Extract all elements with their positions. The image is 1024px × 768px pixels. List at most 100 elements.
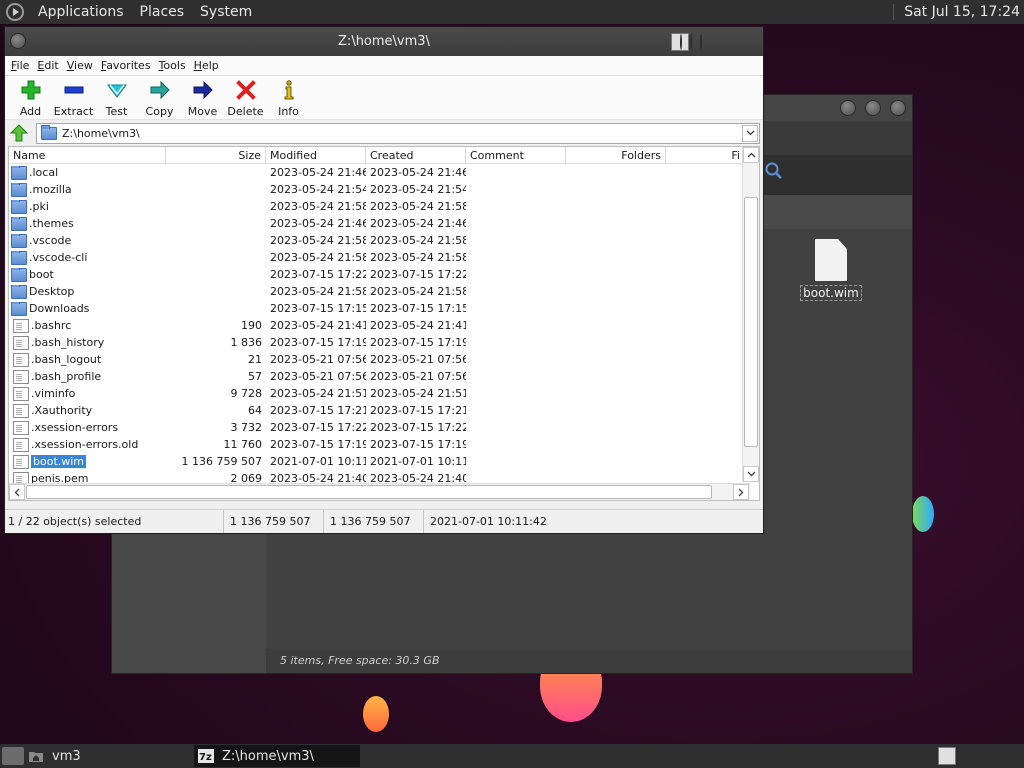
cell-created: 2023-05-24 21:46 (370, 166, 466, 179)
folder-icon (11, 182, 27, 197)
file-row[interactable]: boot.wim 1 136 759 507 2021-07-01 10:11 202… (9, 453, 747, 470)
7zip-icon: 7z (198, 749, 214, 763)
column-name[interactable]: Name (9, 147, 166, 163)
menu-favorites[interactable]: Favorites (97, 59, 155, 72)
file-row[interactable]: .xsession-errors 3 732 2023-07-15 17:22 202… (9, 419, 747, 436)
close-button[interactable] (700, 34, 702, 50)
column-size[interactable]: Size (166, 147, 266, 163)
column-files[interactable]: Fi (666, 147, 744, 163)
file-row[interactable]: .bashrc 190 2023-05-24 21:41 2023-05-24 21:… (9, 317, 747, 334)
file-row[interactable]: boot 2023-07-15 17:22 2023-07-15 17:22 (9, 266, 747, 283)
file-name: .mozilla (29, 183, 72, 196)
file-row[interactable]: .themes 2023-05-24 21:46 2023-05-24 21:46 (9, 215, 747, 232)
toolbar: Add Extract Test Copy Move Delete Info (5, 76, 763, 120)
cell-size: 64 (248, 404, 262, 417)
menu-help[interactable]: Help (190, 59, 223, 72)
cell-name: .mozilla (9, 182, 166, 197)
scroll-up-button[interactable] (743, 147, 759, 163)
vertical-scroll-thumb[interactable] (744, 197, 758, 447)
file-row[interactable]: .Xauthority 64 2023-07-15 17:21 2023-07-15 … (9, 402, 747, 419)
vertical-scrollbar[interactable] (742, 147, 759, 482)
maximize-button[interactable] (690, 34, 692, 50)
scroll-right-button[interactable] (733, 484, 749, 500)
window-menu-button[interactable] (10, 33, 26, 49)
file-row[interactable]: .vscode-cli 2023-05-24 21:58 2023-05-24 21… (9, 249, 747, 266)
search-icon[interactable] (764, 161, 784, 181)
info-button[interactable]: Info (267, 79, 310, 118)
copy-button[interactable]: Copy (138, 79, 181, 118)
folder-icon (11, 301, 27, 316)
test-button[interactable]: Test (95, 79, 138, 118)
minimize-button[interactable] (680, 34, 682, 50)
column-folders[interactable]: Folders (566, 147, 666, 163)
file-name: boot (29, 268, 54, 281)
panel-clock[interactable]: Sat Jul 15, 17:24 (893, 4, 1024, 20)
file-row[interactable]: .bash_logout 21 2023-05-21 07:56 2023-05-21… (9, 351, 747, 368)
cell-name: .pki (9, 199, 166, 214)
column-modified[interactable]: Modified (266, 147, 366, 163)
file-name: .themes (29, 217, 74, 230)
file-icon (13, 318, 29, 333)
move-button[interactable]: Move (181, 79, 224, 118)
menu-system[interactable]: System (192, 4, 260, 20)
file-name: .viminfo (31, 387, 76, 400)
horizontal-scroll-thumb[interactable] (26, 485, 712, 499)
up-folder-button[interactable] (8, 122, 30, 144)
delete-button[interactable]: Delete (224, 79, 267, 118)
show-desktop-icon[interactable] (2, 747, 24, 765)
column-comment[interactable]: Comment (466, 147, 566, 163)
cell-modified: 2023-07-15 17:19 (270, 438, 366, 451)
file-row[interactable]: .vscode 2023-05-24 21:58 2023-05-24 21:58 (9, 232, 747, 249)
taskbar-item-7zip[interactable]: 7z Z:\home\vm3\ (194, 745, 360, 767)
file-name: .bash_profile (31, 370, 102, 383)
scroll-down-button[interactable] (743, 466, 759, 482)
file-row[interactable]: .bash_profile 57 2023-05-21 07:56 2023-05-2… (9, 368, 747, 385)
chevron-down-icon (747, 471, 755, 477)
window-titlebar[interactable]: Z:\home\vm3\ (5, 27, 763, 56)
horizontal-scrollbar[interactable] (9, 483, 751, 500)
cell-name: Downloads (9, 301, 166, 316)
7zip-file-manager-window[interactable]: Z:\home\vm3\ File Edit View Favorites To… (4, 26, 764, 534)
cell-name: .Xauthority (9, 403, 166, 418)
maximize-button[interactable] (865, 100, 881, 116)
info-icon (278, 79, 300, 101)
file-row[interactable]: .pki 2023-05-24 21:58 2023-05-24 21:58 (9, 198, 747, 215)
file-row[interactable]: .viminfo 9 728 2023-05-24 21:51 2023-05-24 … (9, 385, 747, 402)
menu-view[interactable]: View (63, 59, 97, 72)
file-name: .bashrc (31, 319, 72, 332)
address-combobox[interactable]: Z:\home\vm3\ (36, 122, 760, 144)
menu-edit[interactable]: Edit (33, 59, 62, 72)
menu-applications[interactable]: Applications (30, 4, 132, 20)
trash-applet-icon[interactable] (938, 747, 956, 765)
address-dropdown-button[interactable] (742, 124, 758, 142)
add-button[interactable]: Add (9, 79, 52, 118)
scroll-left-button[interactable] (9, 484, 25, 500)
menubar: File Edit View Favorites Tools Help (5, 56, 763, 76)
file-row[interactable]: .xsession-errors.old 11 760 2023-07-15 17:… (9, 436, 747, 453)
file-row[interactable]: Desktop 2023-05-24 21:58 2023-05-24 21:58 (9, 283, 747, 300)
file-row[interactable]: .mozilla 2023-05-24 21:54 2023-05-24 21:54 (9, 181, 747, 198)
menu-tools[interactable]: Tools (155, 59, 190, 72)
cell-name: .local (9, 165, 166, 180)
file-icon (815, 239, 847, 281)
menu-places[interactable]: Places (132, 4, 193, 20)
cell-created: 2023-07-15 17:22 (370, 268, 466, 281)
column-created[interactable]: Created (366, 147, 466, 163)
file-item-boot-wim[interactable]: boot.wim (800, 239, 862, 301)
file-row[interactable]: .local 2023-05-24 21:46 2023-05-24 21:46 (9, 164, 747, 181)
cell-size: 1 136 759 507 (181, 455, 262, 468)
file-row[interactable]: Downloads 2023-07-15 17:15 2023-07-15 17:1… (9, 300, 747, 317)
file-list[interactable]: Name Size Modified Created Comment Folde… (8, 146, 760, 501)
move-label: Move (187, 105, 218, 118)
minimize-button[interactable] (840, 100, 856, 116)
taskbar-item-vm3[interactable]: vm3 (24, 745, 186, 767)
menu-file[interactable]: File (7, 59, 33, 72)
cell-size: 190 (241, 319, 262, 332)
cell-created: 2023-05-24 21:46 (370, 217, 466, 230)
distro-logo-icon[interactable] (6, 3, 24, 21)
file-row[interactable]: .bash_history 1 836 2023-07-15 17:19 2023-0… (9, 334, 747, 351)
cell-modified: 2023-05-21 07:56 (270, 353, 366, 366)
extract-button[interactable]: Extract (52, 79, 95, 118)
close-button[interactable] (890, 100, 906, 116)
file-name: .vscode (29, 234, 72, 247)
